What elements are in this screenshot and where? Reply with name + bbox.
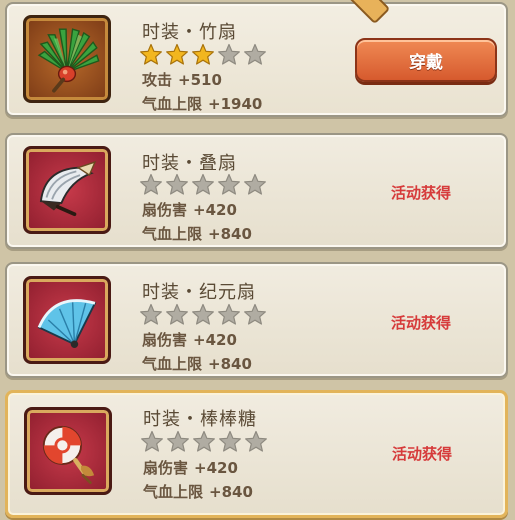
item-card-folding-fan[interactable]: 时装・叠扇 扇伤害 +420 气血上限 +840 活动获得 [5, 133, 508, 249]
star-empty-icon [218, 43, 240, 65]
star-empty-icon [166, 303, 188, 325]
stat-label: 气血上限 [142, 355, 203, 373]
stat-label: 攻击 [142, 71, 173, 89]
star-empty-icon [245, 430, 267, 452]
item-name: 时装・棒棒糖 [143, 409, 257, 430]
bamboo-fan-icon [37, 28, 100, 93]
star-empty-icon [141, 430, 163, 452]
star-empty-icon [244, 43, 266, 65]
acquire-via-event-label: 活动获得 [392, 445, 453, 463]
stat-label: 扇伤害 [142, 201, 188, 219]
stat-label: 扇伤害 [142, 331, 188, 349]
folding-fan-icon [39, 160, 97, 217]
era-fan-icon [37, 299, 97, 348]
stat-value: +1940 [208, 95, 263, 113]
stat-value: +840 [208, 225, 252, 243]
star-filled-icon [140, 43, 162, 65]
item-name: 时装・纪元扇 [142, 282, 256, 303]
stat-fan-damage: 扇伤害 +420 [142, 329, 237, 350]
stat-value: +420 [194, 459, 238, 477]
star-empty-icon [193, 430, 215, 452]
stat-hp: 气血上限 +840 [143, 481, 253, 502]
stat-label: 气血上限 [143, 483, 204, 501]
item-card-lollipop[interactable]: 时装・棒棒糖 扇伤害 +420 气血上限 +840 活动获得 [5, 390, 508, 518]
item-icon-frame [24, 407, 112, 495]
star-empty-icon [192, 173, 214, 195]
star-filled-icon [192, 43, 214, 65]
stat-hp: 气血上限 +840 [142, 353, 252, 374]
star-empty-icon [140, 173, 162, 195]
star-rating [139, 173, 267, 197]
star-empty-icon [218, 173, 240, 195]
acquire-via-event-label: 活动获得 [391, 314, 452, 332]
star-rating [140, 430, 268, 454]
lollipop-icon [42, 425, 95, 485]
stat-label: 气血上限 [142, 225, 203, 243]
star-empty-icon [244, 303, 266, 325]
stat-label: 扇伤害 [143, 459, 189, 477]
star-empty-icon [218, 303, 240, 325]
star-empty-icon [167, 430, 189, 452]
star-empty-icon [219, 430, 241, 452]
stat-value: +840 [208, 355, 252, 373]
stat-value: +510 [178, 71, 222, 89]
item-icon-frame [23, 146, 111, 234]
item-name: 时装・叠扇 [142, 153, 237, 174]
stat-value: +420 [193, 331, 237, 349]
equip-button[interactable]: 穿戴 [355, 38, 497, 82]
stat-value: +420 [193, 201, 237, 219]
star-rating [139, 43, 267, 67]
star-filled-icon [166, 43, 188, 65]
item-card-bamboo-fan[interactable]: 时装・竹扇 攻击 +510 气血上限 +1940 穿戴 [5, 2, 508, 117]
item-icon-frame [23, 15, 111, 103]
item-icon-frame [23, 276, 111, 364]
item-name: 时装・竹扇 [142, 22, 237, 43]
stat-hp: 气血上限 +840 [142, 223, 252, 244]
star-rating [139, 303, 267, 327]
star-empty-icon [192, 303, 214, 325]
fashion-item-list[interactable]: 时装・竹扇 攻击 +510 气血上限 +1940 穿戴 时装・叠扇 扇伤害 +420 [0, 0, 515, 520]
star-empty-icon [140, 303, 162, 325]
star-empty-icon [244, 173, 266, 195]
acquire-via-event-label: 活动获得 [391, 184, 452, 202]
stat-fan-damage: 扇伤害 +420 [142, 199, 237, 220]
stat-label: 气血上限 [142, 95, 203, 113]
stat-hp: 气血上限 +1940 [142, 93, 262, 114]
stat-attack: 攻击 +510 [142, 69, 222, 90]
stat-value: +840 [209, 483, 253, 501]
star-empty-icon [166, 173, 188, 195]
item-card-era-fan[interactable]: 时装・纪元扇 扇伤害 +420 气血上限 +840 活动获得 [5, 262, 508, 378]
stat-fan-damage: 扇伤害 +420 [143, 457, 238, 478]
